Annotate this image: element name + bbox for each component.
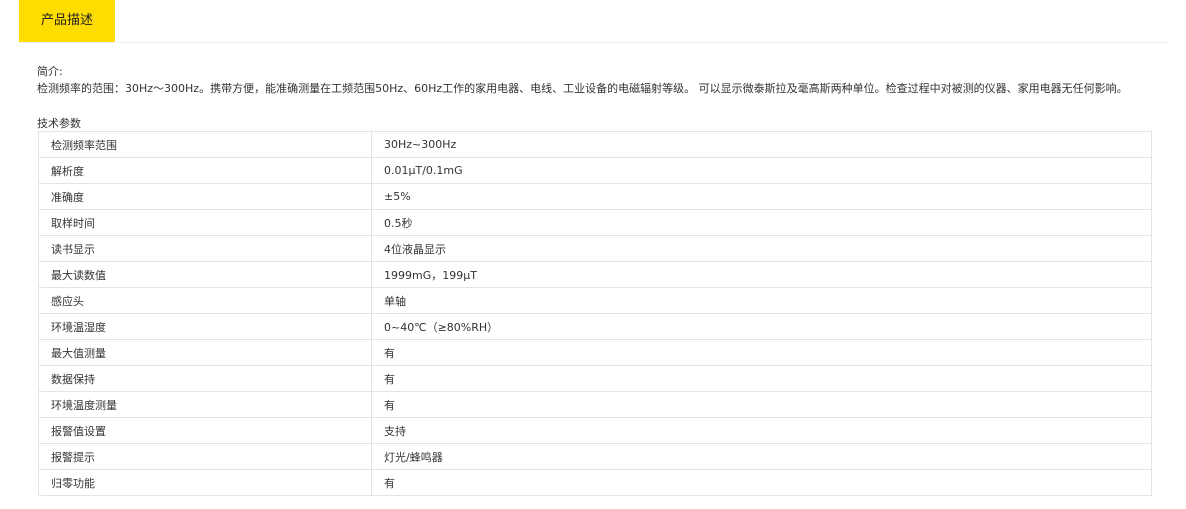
spec-value: 4位液晶显示 — [371, 235, 1152, 262]
spec-value: 1999mG，199μT — [371, 261, 1152, 288]
spec-value: 0.5秒 — [371, 209, 1152, 236]
spec-value: 灯光/蜂鸣器 — [371, 443, 1152, 470]
description-text: 检测频率的范围：30Hz～300Hz。携带方便，能准确测量在工频范围50Hz、6… — [37, 82, 1128, 95]
table-row: 环境温度测量 有 — [38, 391, 1152, 418]
table-row: 读书显示 4位液晶显示 — [38, 235, 1152, 262]
spec-value: 有 — [371, 391, 1152, 418]
spec-name: 归零功能 — [38, 469, 372, 496]
spec-name: 环境温湿度 — [38, 313, 372, 340]
product-description: 简介: 检测频率的范围：30Hz～300Hz。携带方便，能准确测量在工频范围50… — [37, 63, 1167, 97]
spec-name: 环境温度测量 — [38, 391, 372, 418]
spec-name: 解析度 — [38, 157, 372, 184]
table-row: 取样时间 0.5秒 — [38, 209, 1152, 236]
spec-value: 有 — [371, 365, 1152, 392]
table-row: 环境温湿度 0~40℃（≥80%RH） — [38, 313, 1152, 340]
spec-name: 准确度 — [38, 183, 372, 210]
table-row: 最大读数值 1999mG，199μT — [38, 261, 1152, 288]
spec-value: 支持 — [371, 417, 1152, 444]
tab-product-description[interactable]: 产品描述 — [19, 0, 115, 42]
table-row: 准确度 ±5% — [38, 183, 1152, 210]
table-row: 检测频率范围 30Hz~300Hz — [38, 131, 1152, 158]
spec-name: 取样时间 — [38, 209, 372, 236]
spec-name: 感应头 — [38, 287, 372, 314]
table-row: 报警提示 灯光/蜂鸣器 — [38, 443, 1152, 470]
spec-value: 0.01μT/0.1mG — [371, 157, 1152, 184]
spec-name: 报警值设置 — [38, 417, 372, 444]
table-row: 数据保持 有 — [38, 365, 1152, 392]
table-row: 解析度 0.01μT/0.1mG — [38, 157, 1152, 184]
table-row: 感应头 单轴 — [38, 287, 1152, 314]
table-row: 归零功能 有 — [38, 469, 1152, 496]
table-row: 报警值设置 支持 — [38, 417, 1152, 444]
spec-name: 数据保持 — [38, 365, 372, 392]
spec-name: 最大值测量 — [38, 339, 372, 366]
spec-value: 0~40℃（≥80%RH） — [371, 313, 1152, 340]
spec-name: 检测频率范围 — [38, 131, 372, 158]
spec-name: 报警提示 — [38, 443, 372, 470]
spec-value: ±5% — [371, 183, 1152, 210]
table-row: 最大值测量 有 — [38, 339, 1152, 366]
spec-name: 最大读数值 — [38, 261, 372, 288]
spec-name: 读书显示 — [38, 235, 372, 262]
spec-value: 单轴 — [371, 287, 1152, 314]
tab-bar: 产品描述 — [19, 0, 1170, 43]
spec-value: 有 — [371, 469, 1152, 496]
spec-title: 技术参数 — [37, 117, 81, 130]
description-label: 简介: — [37, 65, 63, 78]
spec-table: 检测频率范围 30Hz~300Hz 解析度 0.01μT/0.1mG 准确度 ±… — [38, 131, 1152, 496]
spec-value: 有 — [371, 339, 1152, 366]
spec-value: 30Hz~300Hz — [371, 131, 1152, 158]
